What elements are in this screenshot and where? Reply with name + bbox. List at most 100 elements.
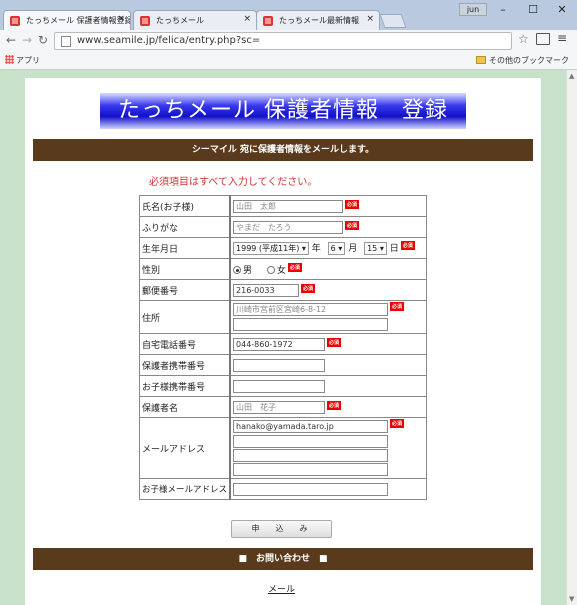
other-bookmarks[interactable]: その他のブックマーク [476, 55, 569, 66]
birth-day-value: 15 [367, 244, 378, 253]
field-label: 生年月日 [139, 237, 232, 259]
gender-male-radio[interactable] [233, 265, 242, 274]
page-content: たっちメール 保護者情報 登録 シーマイル 宛に保護者情報をメールします。 必須… [25, 78, 541, 605]
close-tab-icon[interactable]: × [117, 14, 125, 24]
submit-button[interactable]: 申 込 み [231, 520, 332, 538]
required-badge: 必須 [301, 283, 316, 293]
form-row: 性別 男 女必須 [139, 258, 428, 280]
form-row: 住所 川崎市宮前区宮崎6-8-12 必須 [139, 300, 428, 334]
guardian-name-input[interactable]: 山田 花子 [233, 400, 326, 414]
tab-bar: たっちメール 保護者情報登録 × たっちメール × たっちメール最新情報 × j… [0, 0, 577, 30]
form-row: 生年月日 1999 (平成11年) ▾ 年 6 ▾ 月 15 ▾ 日必須 [139, 237, 428, 259]
field-label: 性別 [139, 258, 232, 280]
email-input-1[interactable]: hanako@yamada.taro.jp [233, 420, 389, 433]
address-input-2[interactable] [233, 318, 389, 331]
tab-touchmail[interactable]: たっちメール × [133, 10, 257, 30]
tab-label: たっちメール最新情報 [279, 16, 359, 25]
field-label: お子様メールアドレス [139, 478, 232, 500]
favicon-icon [10, 16, 20, 26]
reload-icon[interactable]: ↻ [38, 33, 48, 47]
browser-chrome: たっちメール 保護者情報登録 × たっちメール × たっちメール最新情報 × j… [0, 0, 577, 70]
gender-female-radio[interactable] [266, 265, 275, 274]
email-input-4[interactable] [233, 463, 389, 476]
required-badge: 必須 [327, 337, 342, 347]
child-email-input[interactable] [233, 482, 389, 496]
other-bookmarks-label: その他のブックマーク [489, 56, 569, 65]
page-icon [61, 36, 71, 47]
birth-month-value: 6 [330, 244, 336, 253]
close-tab-icon[interactable]: × [366, 14, 374, 24]
field-label: 郵便番号 [139, 279, 232, 301]
tab-entry[interactable]: たっちメール 保護者情報登録 × [3, 10, 131, 30]
birth-day-select[interactable]: 15 ▾ [364, 242, 387, 255]
required-note: 必須項目はすべて入力してください。 [149, 177, 318, 188]
subtitle-bar: シーマイル 宛に保護者情報をメールします。 [33, 139, 533, 161]
minimize-icon[interactable]: – [488, 2, 518, 18]
field-label: 自宅電話番号 [139, 333, 232, 355]
home-phone-input[interactable]: 044-860-1972 [233, 337, 326, 351]
required-badge: 必須 [287, 262, 302, 272]
form-row: 郵便番号 216-0033 必須 [139, 279, 428, 301]
required-badge: 必須 [390, 419, 405, 428]
child-mobile-input[interactable] [233, 379, 326, 393]
entry-form: 氏名(お子様) 山田 太郎 必須 ふりがな やまだ たろう 必須 生年月日 1999… [139, 195, 428, 500]
field-label: メールアドレス [139, 417, 232, 479]
child-name-input[interactable]: 山田 太郎 [233, 199, 344, 213]
year-suffix: 年 [311, 244, 321, 254]
furigana-input[interactable]: やまだ たろう [233, 220, 344, 234]
user-profile-button[interactable]: jun [459, 3, 487, 16]
required-badge: 必須 [390, 302, 405, 311]
apps-shortcut[interactable]: アプリ [5, 55, 40, 66]
field-label: 保護者携帯番号 [139, 354, 232, 376]
favicon-icon [140, 16, 150, 26]
birth-month-select[interactable]: 6 ▾ [327, 242, 346, 255]
form-row: メールアドレス hanako@yamada.taro.jp 必須 [139, 417, 428, 479]
form-row: お子様携帯番号 [139, 375, 428, 397]
birth-year-value: 1999 (平成11年) [236, 244, 300, 253]
email-input-2[interactable] [233, 435, 389, 448]
menu-icon[interactable]: ≡ [557, 31, 567, 45]
day-suffix: 日 [389, 244, 399, 254]
page-banner: たっちメール 保護者情報 登録 [100, 93, 466, 129]
scroll-down-icon[interactable]: ▼ [569, 595, 574, 603]
form-row: ふりがな やまだ たろう 必須 [139, 216, 428, 238]
required-badge: 必須 [327, 400, 342, 410]
address-input-1[interactable]: 川崎市宮前区宮崎6-8-12 [233, 303, 389, 316]
gender-female-label: 女 [276, 265, 286, 276]
close-tab-icon[interactable]: × [243, 14, 251, 24]
forward-icon[interactable]: → [22, 33, 32, 47]
apps-icon [5, 55, 14, 64]
form-row: 自宅電話番号 044-860-1972 必須 [139, 333, 428, 355]
month-suffix: 月 [348, 244, 358, 254]
tab-news[interactable]: たっちメール最新情報 × [256, 10, 380, 30]
gender-male-label: 男 [243, 265, 253, 276]
guardian-mobile-input[interactable] [233, 358, 326, 372]
email-input-3[interactable] [233, 449, 389, 462]
form-row: 保護者名 山田 花子 必須 [139, 396, 428, 418]
maximize-icon[interactable]: ☐ [518, 2, 548, 18]
birth-year-select[interactable]: 1999 (平成11年) ▾ [233, 242, 309, 255]
apps-label: アプリ [16, 56, 40, 65]
field-label: 住所 [139, 300, 232, 334]
bookmark-star-icon[interactable]: ☆ [518, 32, 529, 46]
required-badge: 必須 [345, 220, 360, 230]
required-badge: 必須 [400, 241, 415, 250]
field-label: 保護者名 [139, 396, 232, 418]
postal-code-input[interactable]: 216-0033 [233, 283, 300, 297]
folder-icon [476, 56, 486, 64]
new-tab-button[interactable] [379, 14, 407, 28]
back-icon[interactable]: ← [6, 33, 16, 47]
cast-icon[interactable] [536, 33, 550, 45]
mail-link[interactable]: メール [268, 582, 295, 595]
bookmarks-bar: アプリ その他のブックマーク [0, 52, 577, 70]
scrollbar[interactable]: ▲ ▼ [566, 70, 577, 605]
form-row: お子様メールアドレス [139, 478, 428, 500]
field-label: お子様携帯番号 [139, 375, 232, 397]
form-row: 氏名(お子様) 山田 太郎 必須 [139, 195, 428, 217]
url-text: www.seamile.jp/felica/entry.php?sc= [77, 35, 261, 46]
field-label: ふりがな [139, 216, 232, 238]
scroll-up-icon[interactable]: ▲ [569, 72, 574, 80]
address-bar[interactable]: www.seamile.jp/felica/entry.php?sc= [54, 32, 512, 50]
window-close-icon[interactable]: ✕ [547, 2, 577, 18]
tab-label: たっちメール [156, 16, 204, 25]
